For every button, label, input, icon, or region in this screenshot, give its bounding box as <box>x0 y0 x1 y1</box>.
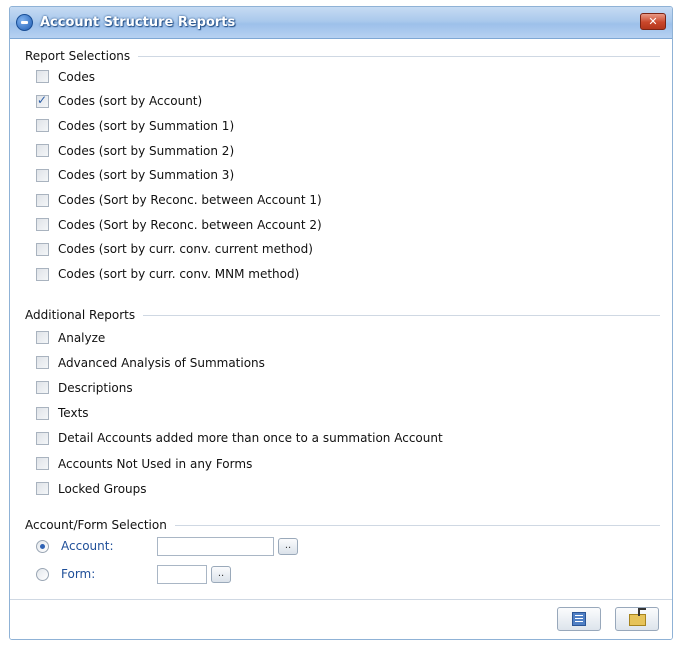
checkbox[interactable] <box>36 218 49 232</box>
account-form-selection-header: Account/Form Selection <box>25 518 660 532</box>
additional-reports-label: Additional Reports <box>25 308 136 322</box>
checkbox-label: Analyze <box>58 330 106 345</box>
divider <box>138 55 660 57</box>
checkbox-label: Codes (sort by Account) <box>58 94 203 109</box>
form-radio-label: Form: <box>61 567 96 581</box>
form-radio-option[interactable]: Form: <box>36 565 95 583</box>
form-browse-button[interactable]: .. <box>211 566 231 583</box>
report-selections-header: Report Selections <box>25 49 660 63</box>
checkbox-row[interactable]: Codes (Sort by Reconc. between Account 2… <box>36 216 322 233</box>
checkbox-label: Detail Accounts added more than once to … <box>58 431 443 446</box>
form-input[interactable] <box>157 565 207 584</box>
checkbox-label: Codes <box>58 69 95 84</box>
account-browse-button[interactable]: .. <box>278 538 298 555</box>
divider <box>143 314 660 316</box>
form-radio[interactable] <box>36 567 49 581</box>
checkbox-label: Texts <box>58 406 89 421</box>
account-input[interactable] <box>157 537 274 556</box>
checkbox[interactable] <box>36 242 49 256</box>
close-button[interactable]: ✕ <box>640 13 666 30</box>
checkbox-label: Advanced Analysis of Summations <box>58 355 265 370</box>
checkbox-label: Codes (sort by Summation 3) <box>58 168 235 183</box>
checkbox[interactable] <box>36 431 49 445</box>
folder-exit-icon <box>629 608 646 626</box>
checkbox-row[interactable]: Accounts Not Used in any Forms <box>36 455 252 472</box>
checkbox-label: Codes (Sort by Reconc. between Account 2… <box>58 217 322 232</box>
checkbox-label: Codes (sort by Summation 1) <box>58 118 235 133</box>
checkbox[interactable] <box>36 193 49 207</box>
checkbox-row[interactable]: Codes (sort by Account) <box>36 93 202 110</box>
checkbox[interactable] <box>36 144 49 158</box>
checkbox-row[interactable]: Advanced Analysis of Summations <box>36 354 265 371</box>
checkbox-row[interactable]: Codes (sort by Summation 3) <box>36 167 234 184</box>
checkbox-row[interactable]: Codes (sort by curr. conv. MNM method) <box>36 266 299 283</box>
checkbox[interactable] <box>36 406 49 420</box>
checkbox-row[interactable]: Detail Accounts added more than once to … <box>36 430 443 447</box>
account-radio[interactable] <box>36 539 49 553</box>
checkbox-row[interactable]: Codes (sort by Summation 2) <box>36 142 234 159</box>
checkbox-label: Codes (Sort by Reconc. between Account 1… <box>58 193 322 207</box>
print-report-button[interactable] <box>557 607 601 631</box>
checkbox-row[interactable]: Codes <box>36 68 95 85</box>
title-bar[interactable]: Account Structure Reports ✕ <box>10 7 672 39</box>
divider <box>174 524 660 526</box>
checkbox[interactable] <box>36 267 49 281</box>
report-icon <box>572 612 586 626</box>
checkbox[interactable] <box>36 119 49 133</box>
checkbox-row[interactable]: Descriptions <box>36 379 133 396</box>
checkbox-label: Locked Groups <box>58 481 147 496</box>
checkbox-row[interactable]: Analyze <box>36 329 105 346</box>
checkbox[interactable] <box>36 381 49 395</box>
checkbox[interactable] <box>36 331 49 344</box>
account-radio-label: Account: <box>61 539 114 553</box>
account-radio-option[interactable]: Account: <box>36 537 114 555</box>
checkbox-label: Codes (sort by curr. conv. MNM method) <box>58 267 300 282</box>
checkbox-row[interactable]: Codes (sort by Summation 1) <box>36 117 234 134</box>
window-title: Account Structure Reports <box>40 15 236 30</box>
checkbox-label: Accounts Not Used in any Forms <box>58 456 253 471</box>
account-form-selection-label: Account/Form Selection <box>25 518 167 532</box>
checkbox-label: Codes (sort by Summation 2) <box>58 143 235 158</box>
checkbox[interactable] <box>36 70 49 83</box>
footer-bar <box>10 599 672 639</box>
checkbox[interactable] <box>36 168 49 182</box>
checkbox-row[interactable]: Codes (sort by curr. conv. current metho… <box>36 241 313 258</box>
exit-button[interactable] <box>615 607 659 631</box>
report-selections-label: Report Selections <box>25 49 131 63</box>
checkbox-label: Descriptions <box>58 380 133 395</box>
additional-reports-header: Additional Reports <box>25 308 660 322</box>
checkbox-row[interactable]: Locked Groups <box>36 480 147 497</box>
checkbox[interactable] <box>36 457 49 470</box>
checkbox-row[interactable]: Codes (Sort by Reconc. between Account 1… <box>36 192 322 209</box>
checkbox-row[interactable]: Texts <box>36 405 89 422</box>
app-icon <box>16 14 33 31</box>
checkbox[interactable] <box>36 482 49 496</box>
checkbox[interactable] <box>36 93 49 108</box>
checkbox[interactable] <box>36 356 49 370</box>
dialog-window: Account Structure Reports ✕ Report Selec… <box>9 6 673 640</box>
checkbox-label: Codes (sort by curr. conv. current metho… <box>58 242 313 257</box>
